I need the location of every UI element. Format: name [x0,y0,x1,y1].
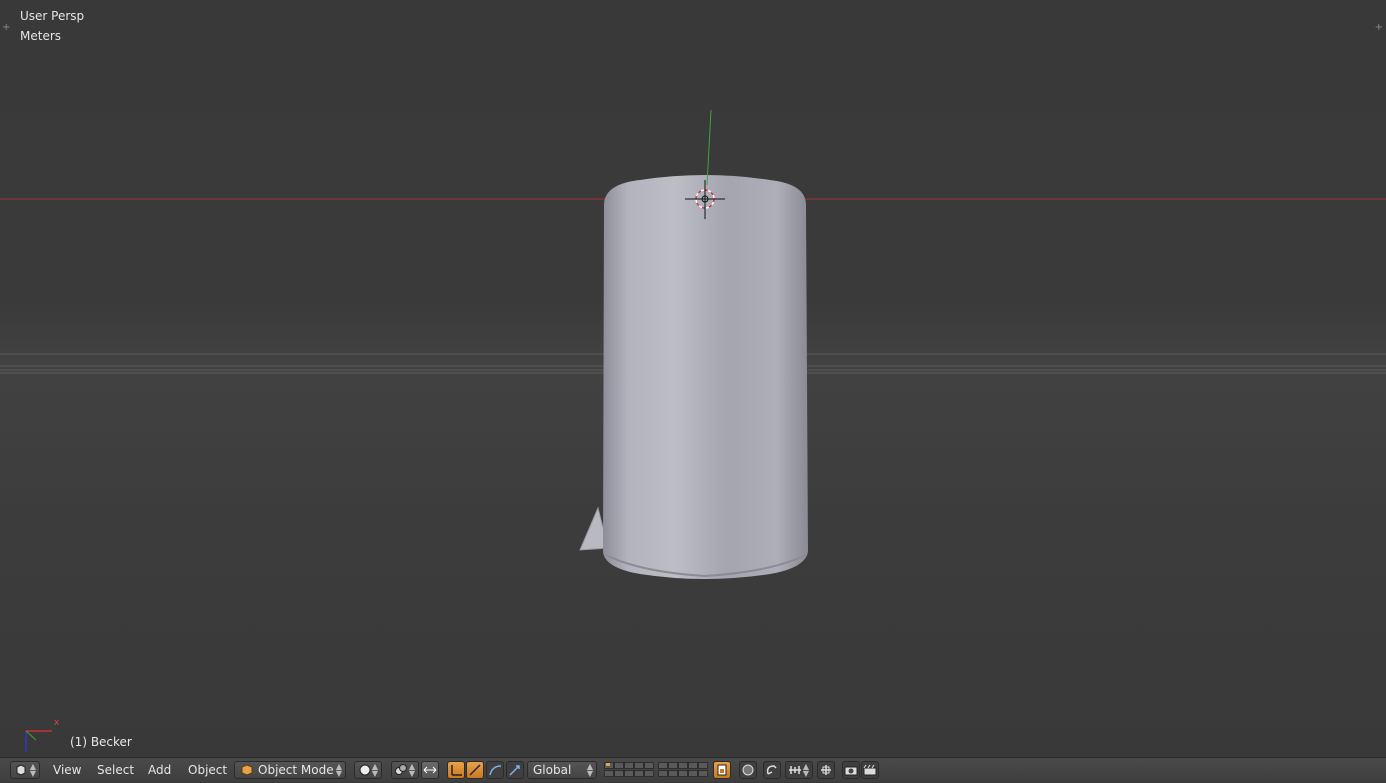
rotate-manipulator-button[interactable] [466,761,484,779]
manipulator-toggle-button[interactable] [421,761,439,779]
snap-button[interactable] [763,761,781,779]
3d-viewport[interactable]: User Persp Meters + + x (1) Becker [0,0,1386,757]
opengl-render-button[interactable] [842,761,860,779]
scale-icon [489,765,502,776]
scene-canvas [0,109,1386,752]
becker-mesh [579,175,808,579]
scale-manipulator-button[interactable] [486,761,504,779]
proportional-edit-button[interactable] [739,761,757,779]
mode-cube-icon [241,764,253,776]
editor-type-selector[interactable]: ▲ ▼ [10,761,40,779]
viewport-shading-icon [359,764,371,776]
y-axis-line [706,109,712,186]
render-animation-icon [863,764,877,776]
pivot-point-icon [395,764,407,775]
proportional-edit-icon [742,764,754,776]
layer-grid-1[interactable] [604,758,654,783]
pivot-point-selector[interactable]: ▲ ▼ [391,761,419,779]
translate-manipulator-button[interactable] [447,761,465,779]
mode-label: Object Mode [258,763,334,777]
manipulator-toggle-icon [423,766,437,774]
lock-camera-icon [717,764,727,776]
menu-select[interactable]: Select [97,763,134,777]
active-object-label: (1) Becker [70,735,132,749]
active-layer-indicator [606,763,610,766]
lock-camera-button[interactable] [713,761,731,779]
translate-icon [451,765,462,776]
orientation-label: Global [533,763,572,777]
snap-target-button[interactable] [817,761,835,779]
editor-type-icon [16,764,26,776]
menu-add[interactable]: Add [148,763,171,777]
rotate-icon [469,764,481,776]
scale-icon [509,765,520,776]
render-animation-button[interactable] [861,761,879,779]
opengl-render-icon [844,766,858,776]
menu-object[interactable]: Object [188,763,227,777]
snap-element-icon [789,766,801,774]
manipulator-extra-button[interactable] [506,761,524,779]
viewport-shading-selector[interactable]: ▲ ▼ [354,761,382,779]
viewport-header: ▲ ▼ View Select Add Object Object Mode ▲ ▼… [0,757,1386,782]
transform-orientation-selector[interactable]: Global ▲ ▼ [527,761,597,779]
mode-selector[interactable]: Object Mode ▲ ▼ [234,761,346,779]
snap-icon [766,765,777,775]
snap-element-selector[interactable]: ▲ ▼ [785,761,813,779]
axis-gizmo-x-label: x [54,718,60,728]
axis-gizmo-icon [25,730,52,752]
layer-grid-2[interactable] [658,758,708,783]
snap-icon [821,765,831,775]
menu-view[interactable]: View [53,763,81,777]
